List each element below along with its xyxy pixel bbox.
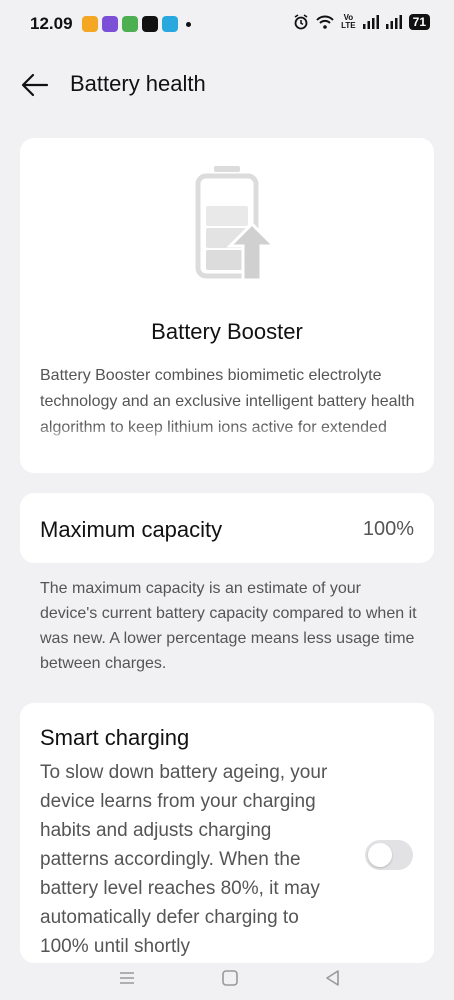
capacity-note: The maximum capacity is an estimate of y… xyxy=(40,580,417,672)
smart-charging-description: To slow down battery ageing, your device… xyxy=(40,762,328,957)
more-notifications-icon xyxy=(186,21,191,27)
app-bar: Battery health xyxy=(0,60,454,110)
app-notification-icon xyxy=(102,16,118,32)
text-fade xyxy=(40,424,420,448)
menu-icon[interactable] xyxy=(115,966,139,990)
volte-indicator: Vo LTE xyxy=(341,13,356,30)
capacity-value: 100% xyxy=(362,518,414,540)
smart-charging-title: Smart charging xyxy=(40,725,190,750)
toggle-knob xyxy=(368,843,392,867)
home-icon[interactable] xyxy=(218,966,242,990)
status-indicators: Vo LTE 71 xyxy=(293,14,430,30)
smart-charging-card[interactable]: Smart charging To slow down battery agei… xyxy=(20,703,434,963)
capacity-label: Maximum capacity xyxy=(40,517,223,542)
arrow-left-icon[interactable] xyxy=(20,70,50,100)
alarm-icon xyxy=(294,14,308,30)
app-notification-icon xyxy=(162,16,178,32)
notification-icons xyxy=(82,16,191,32)
maximum-capacity-card: Maximum capacity 100% xyxy=(20,493,434,563)
status-bar: 12.09 Vo LTE 71 xyxy=(0,0,454,50)
app-notification-icon xyxy=(82,16,98,32)
page-title: Battery health xyxy=(70,71,206,96)
battery-booster-card: Battery Booster Battery Booster combines… xyxy=(20,138,434,473)
tiktok-icon xyxy=(142,16,158,32)
signal-icon xyxy=(385,15,402,29)
status-time: 12.09 xyxy=(30,14,73,33)
wifi-icon xyxy=(316,15,334,29)
battery-booster-illustration xyxy=(195,166,274,282)
navigation-bar xyxy=(0,960,454,1000)
app-notification-icon xyxy=(122,16,138,32)
battery-level-badge: 71 xyxy=(408,14,430,30)
smart-charging-toggle[interactable] xyxy=(365,840,413,870)
back-triangle-icon[interactable] xyxy=(321,966,345,990)
signal-icon xyxy=(362,15,379,29)
booster-title: Battery Booster xyxy=(151,319,303,344)
